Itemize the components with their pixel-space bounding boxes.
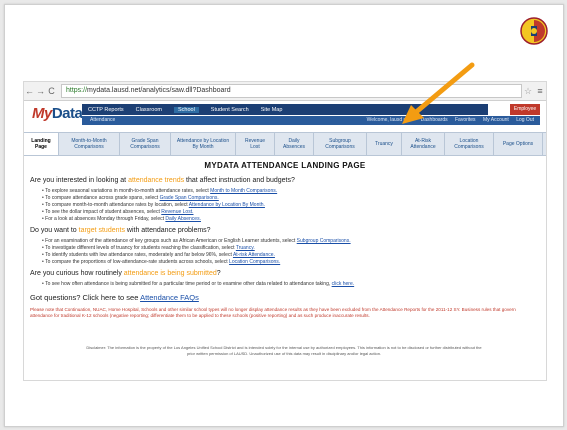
slide: ← → C https://mydata.lausd.net/analytics… <box>4 4 564 427</box>
annotation-arrow-icon <box>402 62 475 124</box>
